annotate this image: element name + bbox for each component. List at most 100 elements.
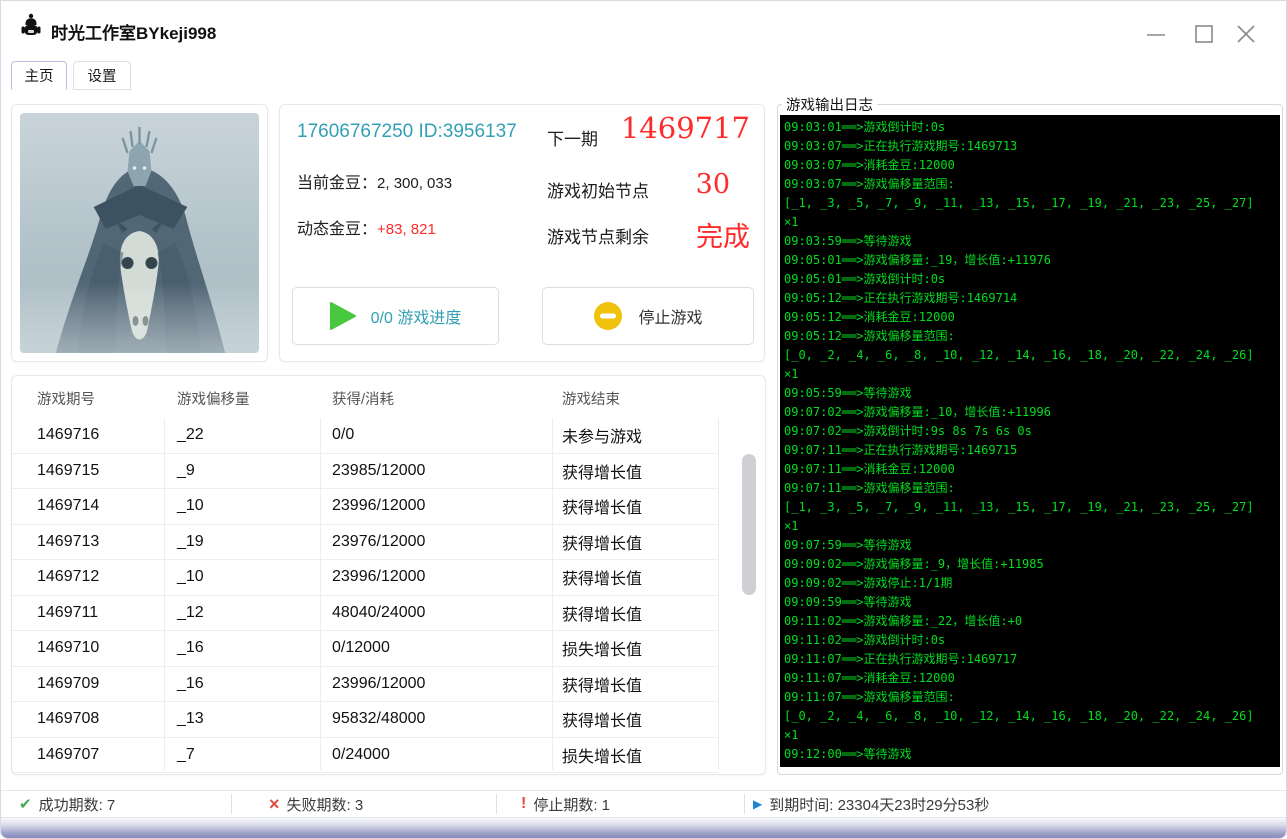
robot-app-icon xyxy=(20,13,42,39)
cell-result: 获得增长值 xyxy=(552,601,718,625)
remain-node-label: 游戏节点剩余 xyxy=(547,223,649,248)
table-row[interactable]: 1469710 _16 0/12000 损失增长值 xyxy=(12,631,718,667)
col-header-period: 游戏期号 xyxy=(37,388,95,409)
table-row[interactable]: 1469714 _10 23996/12000 获得增长值 xyxy=(12,489,718,525)
cell-gain: 95832/48000 xyxy=(320,710,552,728)
log-line: 09:03:07══>消耗金豆:12000 xyxy=(784,156,1276,175)
check-icon: ✔ xyxy=(19,795,32,813)
tab-settings[interactable]: 设置 xyxy=(73,61,131,90)
window-bottom-edge xyxy=(1,818,1286,839)
log-line: 09:07:02══>游戏偏移量:_10，增长值:+11996 xyxy=(784,403,1276,422)
log-line: 09:12:00══>等待游戏 xyxy=(784,745,1276,764)
next-period-value: 1469717 xyxy=(621,111,750,145)
log-output: 09:03:01══>游戏倒计时:0s 09:03:07══>正在执行游戏期号:… xyxy=(780,115,1280,767)
stop-button[interactable]: 停止游戏 xyxy=(542,287,754,345)
cell-period: 1469709 xyxy=(12,675,164,693)
log-line: 09:05:59══>等待游戏 xyxy=(784,384,1276,403)
log-line: 09:05:12══>游戏偏移量范围: xyxy=(784,327,1276,346)
tab-home-label: 主页 xyxy=(25,65,54,86)
log-line: 09:07:02══>游戏倒计时:9s 8s 7s 6s 0s xyxy=(784,422,1276,441)
status-stop: ! 停止期数: 1 xyxy=(521,791,610,817)
log-line: ×1 xyxy=(784,365,1276,384)
cell-result: 获得增长值 xyxy=(552,672,718,696)
cell-gain: 23996/12000 xyxy=(320,675,552,693)
start-node-value: 30 xyxy=(696,169,730,200)
status-success: ✔ 成功期数: 7 xyxy=(19,791,115,817)
cell-gain: 0/24000 xyxy=(320,746,552,764)
progress-button-label: 0/0 游戏进度 xyxy=(371,304,462,328)
table-scrollbar[interactable] xyxy=(741,420,757,768)
status-divider xyxy=(231,794,232,814)
log-line: [_0, _2, _4, _6, _8, _10, _12, _14, _16,… xyxy=(784,346,1276,365)
log-line: 09:03:59══>等待游戏 xyxy=(784,232,1276,251)
avatar-image xyxy=(20,113,259,353)
cell-result: 获得增长值 xyxy=(552,707,718,731)
maximize-button[interactable] xyxy=(1191,21,1217,47)
cell-result: 损失增长值 xyxy=(552,743,718,767)
close-button[interactable] xyxy=(1233,21,1259,47)
app-title: 时光工作室BYkeji998 xyxy=(51,19,216,44)
cell-result: 获得增长值 xyxy=(552,530,718,554)
table-row[interactable]: 1469707 _7 0/24000 损失增长值 xyxy=(12,738,718,774)
log-line: 09:03:07══>游戏偏移量范围: xyxy=(784,175,1276,194)
column-divider xyxy=(718,418,719,770)
log-line: 09:03:07══>正在执行游戏期号:1469713 xyxy=(784,137,1276,156)
progress-button[interactable]: 0/0 游戏进度 xyxy=(292,287,499,345)
cell-gain: 23996/12000 xyxy=(320,497,552,515)
game-history-table: 游戏期号 游戏偏移量 获得/消耗 游戏结束 1469716 _22 0/0 未参… xyxy=(11,375,766,775)
log-line: 09:09:02══>游戏偏移量:_9，增长值:+11985 xyxy=(784,555,1276,574)
cell-period: 1469713 xyxy=(12,533,164,551)
cell-gain: 23985/12000 xyxy=(320,462,552,480)
play-icon xyxy=(330,302,356,330)
table-row[interactable]: 1469712 _10 23996/12000 获得增长值 xyxy=(12,560,718,596)
log-line: 09:11:07══>消耗金豆:12000 xyxy=(784,669,1276,688)
title-bar: 时光工作室BYkeji998 xyxy=(1,1,1286,57)
x-icon: × xyxy=(269,795,280,813)
cell-gain: 23976/12000 xyxy=(320,533,552,551)
current-beans-value: 2, 300, 033 xyxy=(377,175,452,192)
scrollbar-thumb[interactable] xyxy=(742,454,756,595)
log-line: [_1, _3, _5, _7, _9, _11, _13, _15, _17,… xyxy=(784,194,1276,213)
cell-gain: 0/0 xyxy=(320,426,552,444)
log-line: 09:05:12══>消耗金豆:12000 xyxy=(784,308,1276,327)
log-line: ×1 xyxy=(784,213,1276,232)
current-beans-row: 当前金豆：2, 300, 033 xyxy=(297,169,452,193)
cell-period: 1469715 xyxy=(12,462,164,480)
status-divider xyxy=(744,794,745,814)
cell-period: 1469708 xyxy=(12,710,164,728)
cell-result: 未参与游戏 xyxy=(552,423,718,447)
log-line: 09:09:59══>等待游戏 xyxy=(784,593,1276,612)
cell-period: 1469707 xyxy=(12,746,164,764)
table-row[interactable]: 1469716 _22 0/0 未参与游戏 xyxy=(12,418,718,454)
stop-button-label: 停止游戏 xyxy=(638,304,702,328)
status-success-text: 成功期数: 7 xyxy=(39,794,116,815)
log-line: 09:11:02══>游戏偏移量:_22，增长值:+0 xyxy=(784,612,1276,631)
cell-gain: 48040/24000 xyxy=(320,604,552,622)
cell-result: 获得增长值 xyxy=(552,565,718,589)
cell-gain: 23996/12000 xyxy=(320,568,552,586)
app-window: 时光工作室BYkeji998 主页 设置 xyxy=(0,0,1287,839)
minimize-button[interactable] xyxy=(1143,21,1169,47)
log-group: 游戏输出日志 09:03:01══>游戏倒计时:0s 09:03:07══>正在… xyxy=(777,94,1283,775)
tab-settings-label: 设置 xyxy=(88,65,117,86)
table-row[interactable]: 1469708 _13 95832/48000 获得增长值 xyxy=(12,702,718,738)
cell-gain: 0/12000 xyxy=(320,639,552,657)
table-row[interactable]: 1469715 _9 23985/12000 获得增长值 xyxy=(12,454,718,490)
log-line: 09:05:12══>正在执行游戏期号:1469714 xyxy=(784,289,1276,308)
table-row[interactable]: 1469713 _19 23976/12000 获得增长值 xyxy=(12,525,718,561)
log-line: 09:07:11══>游戏偏移量范围: xyxy=(784,479,1276,498)
cell-offset: _22 xyxy=(164,426,320,444)
log-line: ×1 xyxy=(784,517,1276,536)
table-row[interactable]: 1469711 _12 48040/24000 获得增长值 xyxy=(12,596,718,632)
status-expire-text: 到期时间: 23304天23时29分53秒 xyxy=(769,794,989,815)
cell-result: 获得增长值 xyxy=(552,459,718,483)
log-line: 09:05:01══>游戏倒计时:0s xyxy=(784,270,1276,289)
col-header-gain: 获得/消耗 xyxy=(332,388,394,409)
log-line: [_0, _2, _4, _6, _8, _10, _12, _14, _16,… xyxy=(784,707,1276,726)
col-header-result: 游戏结束 xyxy=(562,388,620,409)
cell-offset: _16 xyxy=(164,675,320,693)
tab-home[interactable]: 主页 xyxy=(11,61,67,90)
table-row[interactable]: 1469709 _16 23996/12000 获得增长值 xyxy=(12,667,718,703)
start-node-label: 游戏初始节点 xyxy=(547,177,649,202)
cell-offset: _10 xyxy=(164,497,320,515)
